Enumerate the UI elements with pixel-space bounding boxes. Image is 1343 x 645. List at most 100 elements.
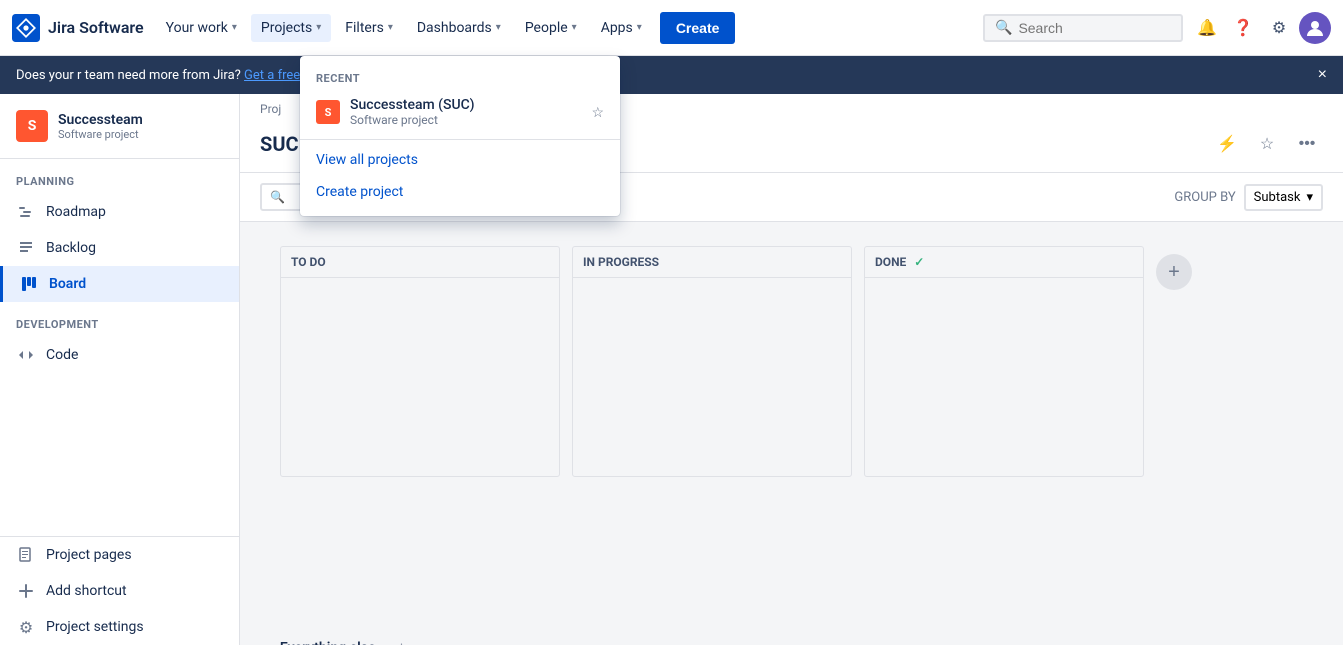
nav-icons: 🔔 ❓ ⚙	[1191, 12, 1331, 44]
sidebar-project-type: Software project	[58, 128, 143, 141]
sidebar-item-add-shortcut[interactable]: Add shortcut	[0, 573, 239, 609]
everything-else-section: ▼ Everything else no issues	[240, 630, 1343, 645]
sidebar-item-code[interactable]: Code	[0, 337, 239, 373]
settings-button[interactable]: ⚙	[1263, 12, 1295, 44]
notifications-button[interactable]: 🔔	[1191, 12, 1223, 44]
dropdown-project-type: Software project	[350, 113, 475, 127]
column-todo-label: TO DO	[291, 255, 326, 269]
add-shortcut-icon	[16, 581, 36, 601]
planning-section-label: PLANNING	[0, 159, 239, 194]
jira-logo-icon	[12, 14, 40, 42]
apps-chevron: ▾	[637, 22, 642, 33]
roadmap-icon	[16, 202, 36, 222]
sidebar-item-project-settings[interactable]: ⚙ Project settings	[0, 609, 239, 645]
search-input[interactable]	[1018, 20, 1158, 36]
section-name: Everything else	[280, 640, 376, 645]
group-by-value: Subtask	[1254, 190, 1301, 205]
help-button[interactable]: ❓	[1227, 12, 1259, 44]
column-body-inprogress	[572, 277, 852, 477]
sidebar-item-backlog[interactable]: Backlog	[0, 230, 239, 266]
sidebar-bottom: Project pages Add shortcut ⚙ Project set…	[0, 536, 239, 645]
sidebar-item-roadmap[interactable]: Roadmap	[0, 194, 239, 230]
column-done-label: DONE	[875, 255, 906, 269]
filters-nav[interactable]: Filters ▾	[335, 14, 403, 42]
column-header-inprogress: IN PROGRESS	[572, 246, 852, 277]
development-section-label: DEVELOPMENT	[0, 302, 239, 337]
projects-nav[interactable]: Projects ▾	[251, 14, 331, 42]
create-project-link[interactable]: Create project	[300, 176, 620, 208]
dashboards-nav[interactable]: Dashboards ▾	[407, 14, 511, 42]
group-by-label: GROUP BY	[1174, 190, 1235, 205]
dropdown-project-icon: S	[316, 100, 340, 124]
board-columns: TO DO IN PROGRESS DONE ✓	[260, 230, 1323, 630]
group-by-select[interactable]: Subtask ▾	[1244, 184, 1323, 211]
board-column-done: DONE ✓	[864, 246, 1144, 614]
project-settings-label: Project settings	[46, 619, 144, 635]
sidebar-project-icon: S	[16, 110, 48, 142]
sidebar-item-project-pages[interactable]: Project pages	[0, 537, 239, 573]
sidebar-item-board[interactable]: Board	[0, 266, 239, 302]
user-avatar[interactable]	[1299, 12, 1331, 44]
project-pages-label: Project pages	[46, 547, 132, 563]
sidebar-project[interactable]: S Successteam Software project	[0, 94, 239, 159]
search-bar[interactable]: 🔍	[983, 14, 1183, 42]
search-icon: 🔍	[995, 20, 1012, 36]
more-actions-button[interactable]: •••	[1291, 128, 1323, 160]
dropdown-divider	[300, 139, 620, 140]
column-body-todo	[280, 277, 560, 477]
filters-chevron: ▾	[388, 22, 393, 33]
apps-nav[interactable]: Apps ▾	[591, 14, 652, 42]
section-count: no issues	[384, 641, 435, 645]
breadcrumb-projects[interactable]: Proj	[260, 102, 281, 116]
banner-close-button[interactable]: ×	[1318, 66, 1327, 84]
people-chevron: ▾	[572, 22, 577, 33]
app-layout: S Successteam Software project PLANNING …	[0, 94, 1343, 645]
projects-dropdown: RECENT S Successteam (SUC) Software proj…	[300, 56, 620, 216]
view-all-projects-link[interactable]: View all projects	[300, 144, 620, 176]
backlog-icon	[16, 238, 36, 258]
column-inprogress-label: IN PROGRESS	[583, 255, 659, 269]
project-settings-icon: ⚙	[16, 617, 36, 637]
code-icon	[16, 345, 36, 365]
done-check-icon: ✓	[914, 255, 924, 269]
trial-banner: Does your r team need more from Jira? Ge…	[0, 56, 1343, 94]
code-label: Code	[46, 347, 78, 363]
app-name: Jira Software	[48, 18, 144, 37]
dropdown-recent-label: RECENT	[300, 64, 620, 89]
board-icon	[19, 274, 39, 294]
dropdown-project-name: Successteam (SUC)	[350, 97, 475, 113]
lightning-button[interactable]: ⚡	[1211, 128, 1243, 160]
section-toggle[interactable]: ▼	[260, 641, 272, 645]
star-board-button[interactable]: ☆	[1251, 128, 1283, 160]
project-pages-icon	[16, 545, 36, 565]
banner-question: r team need more from Jira?	[77, 68, 241, 83]
board-search-icon: 🔍	[270, 190, 285, 204]
dashboards-chevron: ▾	[496, 22, 501, 33]
app-logo[interactable]: Jira Software	[12, 14, 144, 42]
dropdown-star-button[interactable]: ☆	[591, 104, 604, 121]
dropdown-project-item[interactable]: S Successteam (SUC) Software project ☆	[300, 89, 620, 135]
board-title-actions: ⚡ ☆ •••	[1211, 128, 1323, 160]
board-label: Board	[49, 276, 86, 292]
banner-text: Does your	[16, 68, 77, 83]
people-nav[interactable]: People ▾	[515, 14, 587, 42]
add-column-button[interactable]: +	[1156, 254, 1192, 290]
group-by-chevron: ▾	[1306, 190, 1313, 205]
column-header-todo: TO DO	[280, 246, 560, 277]
backlog-label: Backlog	[46, 240, 96, 256]
board-column-inprogress: IN PROGRESS	[572, 246, 852, 614]
sidebar-project-info: Successteam Software project	[58, 112, 143, 141]
your-work-nav[interactable]: Your work ▾	[156, 14, 247, 42]
add-shortcut-label: Add shortcut	[46, 583, 127, 599]
sidebar: S Successteam Software project PLANNING …	[0, 94, 240, 645]
board-column-todo: TO DO	[280, 246, 560, 614]
sidebar-project-name: Successteam	[58, 112, 143, 128]
column-header-done: DONE ✓	[864, 246, 1144, 277]
your-work-chevron: ▾	[232, 22, 237, 33]
top-nav: Jira Software Your work ▾ Projects ▾ Fil…	[0, 0, 1343, 56]
roadmap-label: Roadmap	[46, 204, 106, 220]
projects-chevron: ▾	[316, 22, 321, 33]
column-body-done	[864, 277, 1144, 477]
create-button[interactable]: Create	[660, 12, 736, 44]
dropdown-project-info: Successteam (SUC) Software project	[350, 97, 475, 127]
